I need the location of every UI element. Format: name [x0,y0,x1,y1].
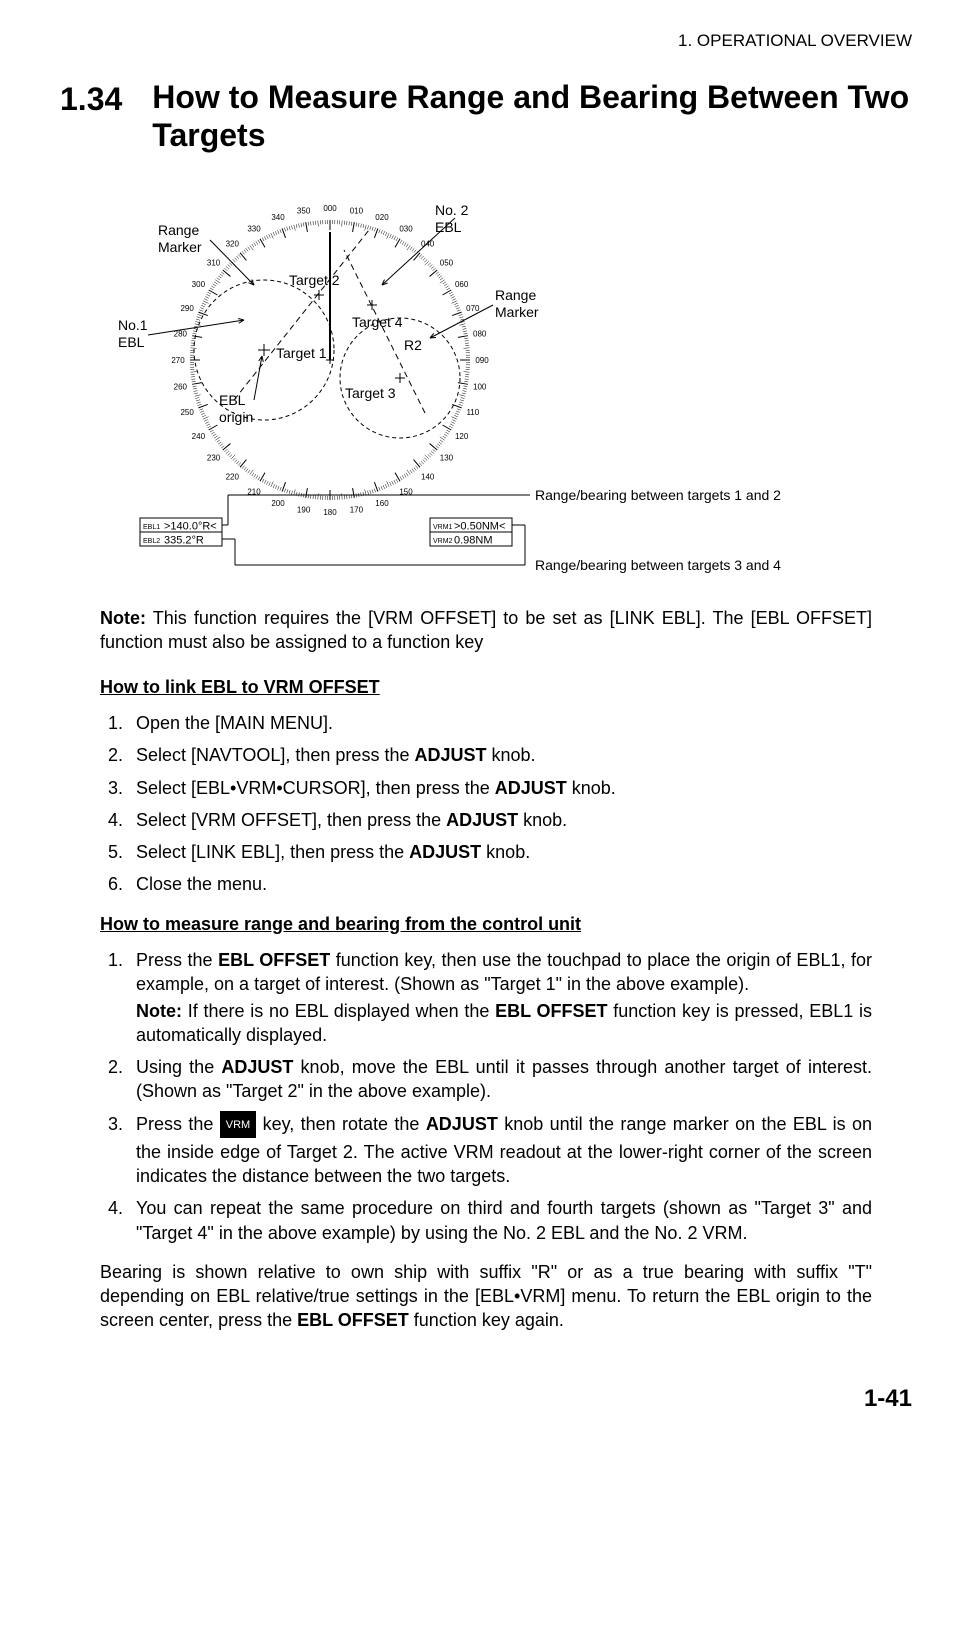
svg-text:120: 120 [455,432,469,441]
section-title: 1.34 How to Measure Range and Bearing Be… [60,78,912,155]
svg-text:110: 110 [466,408,479,417]
svg-text:000: 000 [323,204,337,213]
step-item: You can repeat the same procedure on thi… [128,1196,872,1245]
svg-text:Target 4: Target 4 [352,314,403,330]
svg-text:200: 200 [271,499,285,508]
svg-text:No.1: No.1 [118,317,148,333]
svg-text:300: 300 [192,280,206,289]
svg-text:335.2°R: 335.2°R [164,534,204,546]
svg-text:190: 190 [297,505,311,514]
subhead-link-ebl: How to link EBL to VRM OFFSET [100,675,912,699]
svg-text:EBL1: EBL1 [143,524,160,531]
closing-bold: EBL OFFSET [297,1310,409,1330]
steps-link-ebl: Open the [MAIN MENU]. Select [NAVTOOL], t… [100,711,872,897]
svg-text:origin: origin [219,409,253,425]
step-item: Press the VRM key, then rotate the ADJUS… [128,1112,872,1188]
page-header: 1. OPERATIONAL OVERVIEW [60,30,912,53]
svg-text:EBL2: EBL2 [143,538,160,545]
step-item: Select [LINK EBL], then press the ADJUST… [128,840,872,864]
subhead-measure: How to measure range and bearing from th… [100,912,912,936]
steps-measure: Press the EBL OFFSET function key, then … [100,948,872,1245]
svg-text:Marker: Marker [158,239,202,255]
svg-text:260: 260 [174,382,188,391]
step-item: Press the EBL OFFSET function key, then … [128,948,872,1047]
svg-text:Marker: Marker [495,304,539,320]
svg-text:230: 230 [207,453,221,462]
svg-text:VRM1: VRM1 [433,524,453,531]
svg-text:030: 030 [399,224,413,233]
note-text: This function requires the [VRM OFFSET] … [100,608,872,652]
svg-text:050: 050 [440,258,454,267]
closing-paragraph: Bearing is shown relative to own ship wi… [100,1260,872,1333]
svg-text:Range/bearing between targets: Range/bearing between targets 1 and 2 [535,487,781,503]
svg-text:EBL: EBL [118,334,145,350]
svg-text:Range: Range [158,222,199,238]
svg-text:>0.50NM<: >0.50NM< [454,520,505,532]
svg-text:090: 090 [475,356,489,365]
svg-text:340: 340 [271,213,285,222]
svg-text:180: 180 [323,508,337,517]
svg-text:010: 010 [350,206,364,215]
svg-text:070: 070 [466,304,480,313]
step-item: Open the [MAIN MENU]. [128,711,872,735]
svg-text:Range/bearing between targets: Range/bearing between targets 3 and 4 [535,557,781,573]
step-item: Select [EBL•VRM•CURSOR], then press the … [128,776,872,800]
svg-text:Target 3: Target 3 [345,385,396,401]
radar-figure: 0000100200300400500600700800901001101201… [100,180,912,586]
step-item: Close the menu. [128,872,872,896]
svg-text:020: 020 [375,213,389,222]
svg-text:270: 270 [171,356,185,365]
vrm-key-icon: VRM [220,1111,256,1138]
svg-text:160: 160 [375,499,389,508]
section-number: 1.34 [60,78,122,121]
step-item: Using the ADJUST knob, move the EBL unti… [128,1055,872,1104]
svg-text:Range: Range [495,287,536,303]
svg-text:130: 130 [440,453,454,462]
svg-text:290: 290 [180,304,194,313]
svg-text:140: 140 [421,472,435,481]
section-heading: How to Measure Range and Bearing Between… [152,78,912,155]
svg-text:100: 100 [473,382,487,391]
page-number: 1-41 [60,1383,912,1415]
svg-text:350: 350 [297,206,311,215]
svg-text:170: 170 [350,505,364,514]
svg-text:250: 250 [180,408,194,417]
svg-text:240: 240 [192,432,206,441]
svg-text:EBL: EBL [219,392,246,408]
note-label: Note: [100,608,146,628]
svg-text:>140.0°R<: >140.0°R< [164,520,217,532]
svg-text:310: 310 [207,258,221,267]
step-item: Select [VRM OFFSET], then press the ADJU… [128,808,872,832]
svg-text:0.98NM: 0.98NM [454,534,493,546]
step-item: Select [NAVTOOL], then press the ADJUST … [128,743,872,767]
svg-text:Target 2: Target 2 [289,272,340,288]
note-paragraph: Note: This function requires the [VRM OF… [100,606,872,655]
svg-text:Target 1: Target 1 [276,345,327,361]
svg-text:No. 2: No. 2 [435,202,469,218]
svg-text:080: 080 [473,329,487,338]
svg-text:320: 320 [226,239,240,248]
svg-text:060: 060 [455,280,469,289]
svg-text:R2: R2 [404,337,422,353]
svg-text:330: 330 [247,224,261,233]
svg-text:VRM2: VRM2 [433,538,453,545]
closing-post: function key again. [409,1310,564,1330]
svg-text:220: 220 [226,472,240,481]
